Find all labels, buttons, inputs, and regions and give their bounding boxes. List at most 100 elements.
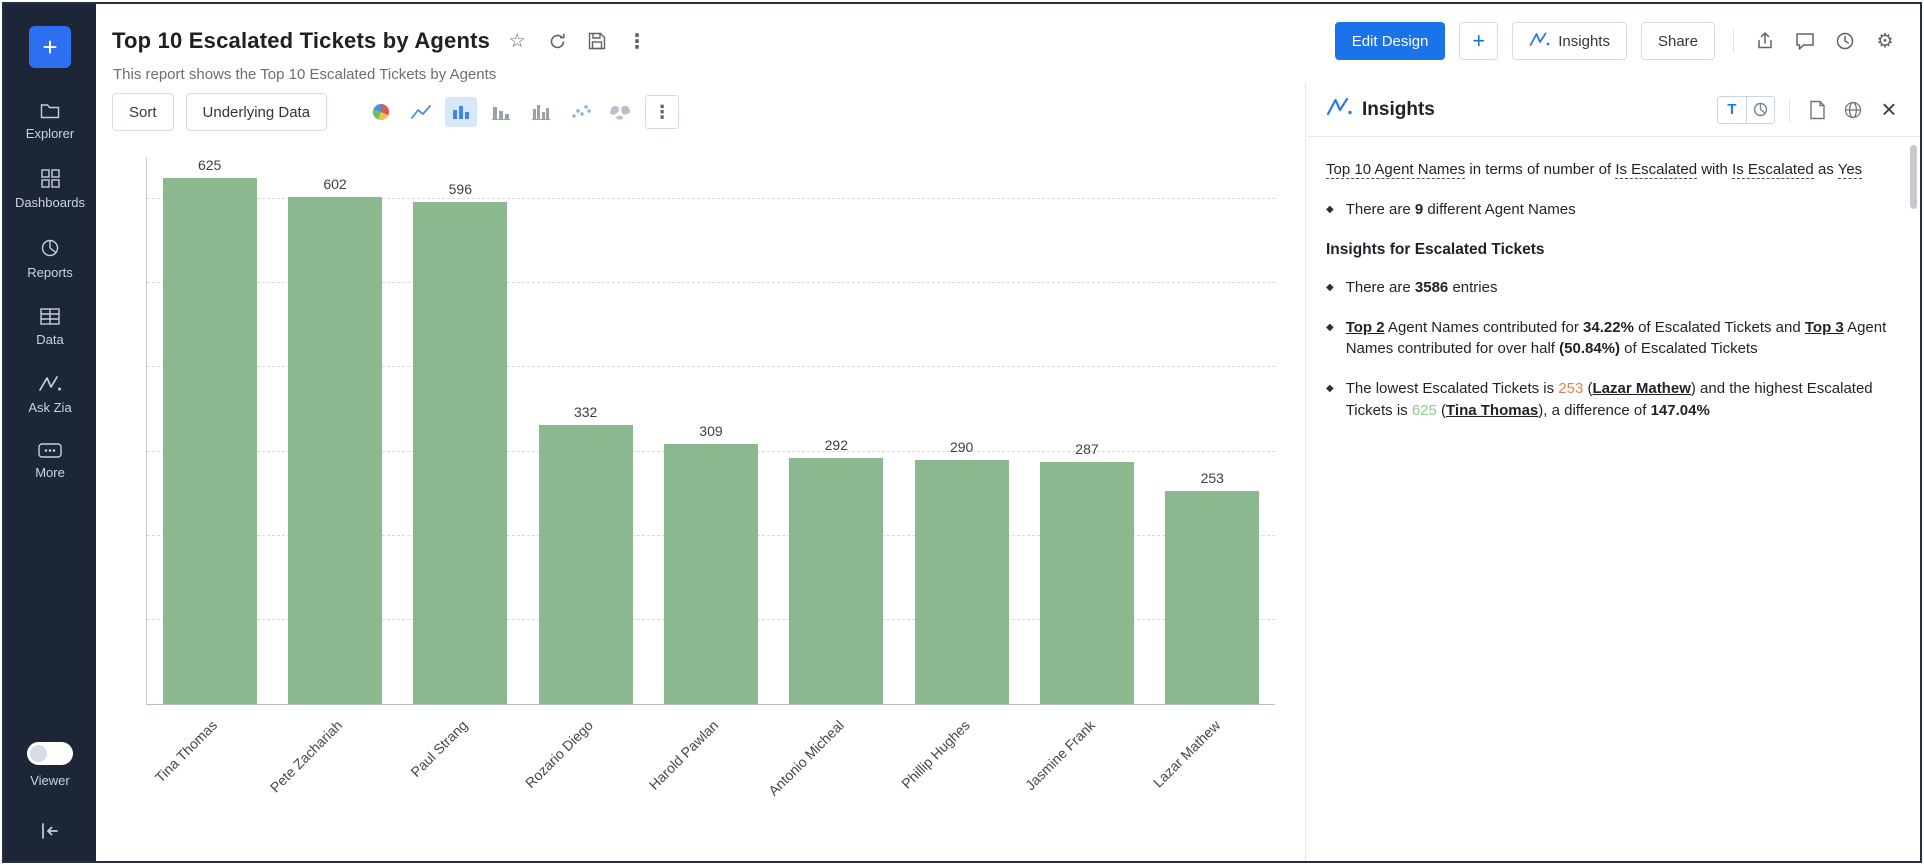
insight-bullet: ◆ There are 9 different Agent Names [1326, 199, 1894, 221]
refresh-icon[interactable] [544, 28, 570, 54]
x-axis-label: Lazar Mathew [1150, 717, 1223, 790]
bar-value-label: 309 [699, 423, 722, 439]
add-report-button[interactable]: + [1459, 22, 1498, 60]
insight-text-segment: ( [1583, 380, 1592, 397]
bar[interactable] [1165, 491, 1259, 704]
insight-bullet: ◆ Top 2 Agent Names contributed for 34.2… [1326, 317, 1894, 361]
x-axis-label-cell: Rozario Diego [522, 705, 647, 825]
close-icon[interactable]: × [1876, 97, 1902, 123]
insight-text-segment: 253 [1558, 380, 1583, 397]
x-axis-label: Antonio Micheal [765, 717, 847, 799]
sidebar-item-explorer[interactable]: Explorer [4, 98, 96, 145]
insight-text: Top 2 Agent Names contributed for 34.22%… [1346, 317, 1894, 361]
insights-title: Insights [1362, 99, 1435, 121]
toggle-knob [30, 745, 47, 762]
insight-term[interactable]: Top 3 [1805, 319, 1844, 336]
column-chart-icon[interactable] [485, 97, 517, 127]
insights-button-label: Insights [1558, 33, 1610, 50]
bar-value-label: 596 [449, 181, 472, 197]
save-icon[interactable] [584, 28, 610, 54]
insight-term[interactable]: Is Escalated [1615, 161, 1697, 179]
bar-value-label: 287 [1075, 441, 1098, 457]
sidebar-item-label: More [35, 465, 65, 480]
bar[interactable] [539, 425, 633, 704]
comment-icon[interactable] [1792, 28, 1818, 54]
insight-text-segment: 3586 [1415, 279, 1448, 296]
report-header: Top 10 Escalated Tickets by Agents ☆ ⋮ E… [96, 4, 1920, 83]
sidebar-bottom: Viewer [4, 742, 96, 861]
sidebar-nav: Explorer Dashboards Reports Data [4, 98, 96, 484]
sidebar-item-more[interactable]: More [4, 439, 96, 484]
bar[interactable] [1040, 462, 1134, 704]
bar-chart-icon[interactable] [445, 97, 477, 127]
bar[interactable] [413, 202, 507, 704]
bar-column: 253 [1150, 157, 1275, 704]
insight-term[interactable]: Yes [1838, 161, 1862, 179]
insight-text-segment: There are [1346, 201, 1415, 218]
kebab-menu-icon[interactable]: ⋮ [624, 28, 650, 54]
bar[interactable] [789, 458, 883, 704]
language-globe-icon[interactable] [1840, 97, 1866, 123]
pie-report-icon [40, 238, 60, 258]
sidebar-item-ask-zia[interactable]: Ask Zia [4, 371, 96, 419]
insight-text-segment: 147.04% [1651, 402, 1710, 419]
document-icon[interactable] [1804, 97, 1830, 123]
insights-view-toggle: T [1717, 96, 1775, 124]
bar-column: 292 [774, 157, 899, 704]
viewer-toggle[interactable] [27, 742, 73, 765]
insights-button[interactable]: Insights [1512, 22, 1627, 60]
insight-text-segment: entries [1448, 279, 1497, 296]
app-window: + Explorer Dashboards Reports [2, 2, 1922, 863]
map-chart-icon[interactable] [605, 97, 637, 127]
pie-chart-icon[interactable] [365, 97, 397, 127]
collapse-sidebar-icon[interactable] [39, 822, 61, 845]
underlying-data-button[interactable]: Underlying Data [186, 93, 328, 131]
insights-chart-view-button[interactable] [1746, 97, 1774, 123]
insight-text: There are 3586 entries [1346, 277, 1498, 299]
insights-summary: Top 10 Agent Names in terms of number of… [1326, 159, 1894, 181]
insight-term[interactable]: Lazar Mathew [1593, 380, 1691, 397]
chart-plot: 625602596332309292290287253 [146, 157, 1275, 705]
bar[interactable] [163, 178, 257, 704]
insight-term[interactable]: Is Escalated [1732, 161, 1814, 179]
chart-type-strip: ⋮ [365, 95, 679, 129]
create-new-button[interactable]: + [29, 26, 71, 68]
scrollbar-thumb[interactable] [1910, 145, 1917, 209]
star-icon[interactable]: ☆ [504, 28, 530, 54]
x-axis-label-cell: Paul Strang [397, 705, 522, 825]
sidebar-item-data[interactable]: Data [4, 304, 96, 351]
share-button[interactable]: Share [1641, 22, 1715, 60]
scatter-chart-icon[interactable] [565, 97, 597, 127]
stacked-bar-chart-icon[interactable] [525, 97, 557, 127]
sort-button[interactable]: Sort [112, 93, 174, 131]
sidebar-item-label: Data [36, 332, 63, 347]
bullet-diamond-icon: ◆ [1326, 283, 1334, 299]
insight-bullet: ◆ The lowest Escalated Tickets is 253 (L… [1326, 378, 1894, 422]
bar[interactable] [288, 197, 382, 704]
settings-gear-icon[interactable]: ⚙ [1872, 28, 1898, 54]
export-icon[interactable] [1752, 28, 1778, 54]
history-icon[interactable] [1832, 28, 1858, 54]
sidebar-item-label: Dashboards [15, 195, 85, 210]
bullet-diamond-icon: ◆ [1326, 205, 1334, 221]
insight-term[interactable]: Top 10 Agent Names [1326, 161, 1465, 179]
x-axis-label-cell: Jasmine Frank [1024, 705, 1149, 825]
bar[interactable] [664, 444, 758, 704]
more-chart-types-icon[interactable]: ⋮ [645, 95, 679, 129]
insights-section-heading: Insights for Escalated Tickets [1326, 239, 1894, 261]
bar-value-label: 290 [950, 439, 973, 455]
sidebar-item-reports[interactable]: Reports [4, 234, 96, 284]
insight-text-segment: 9 [1415, 201, 1423, 218]
bar-column: 625 [147, 157, 272, 704]
line-chart-icon[interactable] [405, 97, 437, 127]
x-axis-label: Pete Zachariah [267, 717, 345, 795]
x-axis-label: Rozario Diego [522, 717, 596, 791]
insight-term[interactable]: Top 2 [1346, 319, 1385, 336]
edit-design-button[interactable]: Edit Design [1335, 22, 1446, 60]
sidebar-item-dashboards[interactable]: Dashboards [4, 165, 96, 214]
bar[interactable] [915, 460, 1009, 704]
insight-text: There are 9 different Agent Names [1346, 199, 1576, 221]
insight-term[interactable]: Tina Thomas [1446, 402, 1538, 419]
insights-text-view-button[interactable]: T [1718, 97, 1746, 123]
insight-text-segment: of Escalated Tickets and [1634, 319, 1805, 336]
